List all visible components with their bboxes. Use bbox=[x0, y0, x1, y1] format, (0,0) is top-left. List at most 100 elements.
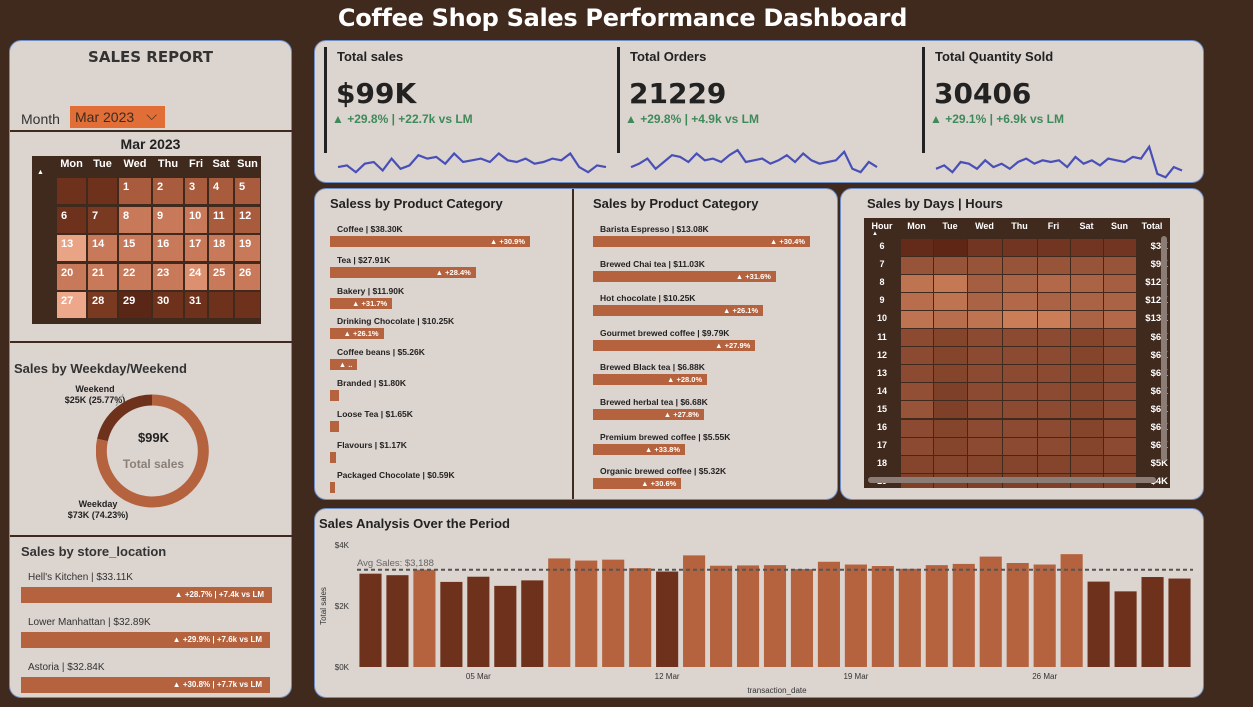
heatmap-cell[interactable] bbox=[1103, 310, 1136, 328]
calendar-day[interactable]: 28 bbox=[88, 292, 117, 319]
calendar-day[interactable]: 9 bbox=[153, 206, 183, 233]
heatmap-cell[interactable] bbox=[900, 383, 933, 401]
category-bar[interactable]: ▲ +28.4% bbox=[330, 266, 476, 278]
heatmap-cell[interactable] bbox=[1103, 437, 1136, 455]
heatmap-cell[interactable] bbox=[1070, 238, 1103, 256]
heatmap-cell[interactable] bbox=[1037, 419, 1070, 437]
calendar-day[interactable]: 6 bbox=[57, 206, 86, 233]
calendar-day[interactable]: 31 bbox=[185, 292, 207, 319]
heatmap-cell[interactable] bbox=[900, 455, 933, 473]
category-bar[interactable]: ▲ +30.9% bbox=[330, 236, 530, 247]
heatmap-cell[interactable] bbox=[1002, 347, 1037, 365]
calendar-day[interactable]: 5 bbox=[235, 178, 260, 204]
calendar-day[interactable]: 20 bbox=[57, 263, 86, 290]
heatmap-cell[interactable] bbox=[933, 292, 967, 310]
heatmap-cell[interactable] bbox=[900, 329, 933, 347]
category-bar[interactable]: ▲ +26.1% bbox=[593, 305, 764, 317]
heatmap-cell[interactable] bbox=[900, 256, 933, 274]
heatmap-cell[interactable] bbox=[1103, 419, 1136, 437]
heatmap-cell[interactable] bbox=[1037, 329, 1070, 347]
heatmap-cell[interactable] bbox=[1070, 292, 1103, 310]
heatmap-cell[interactable] bbox=[1037, 238, 1070, 256]
calendar-day[interactable]: 25 bbox=[209, 263, 233, 290]
category-bar[interactable] bbox=[330, 451, 337, 463]
month-dropdown[interactable]: Mar 2023 ⌵ bbox=[70, 106, 165, 128]
heatmap-cell[interactable] bbox=[967, 383, 1002, 401]
heatmap-cell[interactable] bbox=[967, 256, 1002, 274]
category-bar[interactable]: ▲ +30.4% bbox=[593, 236, 810, 247]
calendar-day[interactable]: 18 bbox=[209, 235, 233, 262]
calendar-day[interactable]: 15 bbox=[119, 235, 151, 262]
heatmap-cell[interactable] bbox=[1002, 292, 1037, 310]
calendar-day[interactable]: 2 bbox=[153, 178, 183, 204]
heatmap-cell[interactable] bbox=[933, 419, 967, 437]
heatmap-column-header[interactable]: Thu bbox=[1002, 221, 1037, 231]
heatmap-cell[interactable] bbox=[1002, 365, 1037, 383]
heatmap-column-header[interactable]: Tue bbox=[933, 221, 967, 231]
heatmap-cell[interactable] bbox=[1037, 365, 1070, 383]
heatmap-column-header[interactable]: Mon bbox=[900, 221, 933, 231]
calendar-day[interactable]: 10 bbox=[185, 206, 207, 233]
calendar-day[interactable] bbox=[209, 292, 233, 319]
heatmap-cell[interactable] bbox=[1070, 274, 1103, 292]
heatmap-cell[interactable] bbox=[1103, 329, 1136, 347]
heatmap-cell[interactable] bbox=[1070, 310, 1103, 328]
heatmap-cell[interactable] bbox=[900, 347, 933, 365]
vertical-scrollbar[interactable] bbox=[1161, 236, 1167, 461]
kpi-total-orders[interactable]: Total Orders 21229 ▲ +29.8% | +4.9k vs L… bbox=[617, 41, 907, 181]
heatmap-cell[interactable] bbox=[1070, 455, 1103, 473]
heatmap-cell[interactable] bbox=[1037, 437, 1070, 455]
calendar-day[interactable]: 3 bbox=[185, 178, 207, 204]
store-bar[interactable]: ▲ +28.7% | +7.4k vs LM bbox=[21, 587, 272, 603]
heatmap-cell[interactable] bbox=[900, 419, 933, 437]
heatmap-cell[interactable] bbox=[967, 347, 1002, 365]
heatmap-cell[interactable] bbox=[900, 437, 933, 455]
calendar-day[interactable]: 26 bbox=[235, 263, 260, 290]
heatmap-cell[interactable] bbox=[1070, 419, 1103, 437]
heatmap-cell[interactable] bbox=[933, 365, 967, 383]
heatmap-cell[interactable] bbox=[1002, 310, 1037, 328]
heatmap-cell[interactable] bbox=[1002, 238, 1037, 256]
heatmap-cell[interactable] bbox=[933, 455, 967, 473]
heatmap-cell[interactable] bbox=[1103, 292, 1136, 310]
heatmap-column-header[interactable]: Wed bbox=[967, 221, 1002, 231]
calendar-day[interactable]: 4 bbox=[209, 178, 233, 204]
store-bar[interactable]: ▲ +30.8% | +7.7k vs LM bbox=[21, 677, 270, 693]
heatmap-cell[interactable] bbox=[967, 437, 1002, 455]
heatmap-cell[interactable] bbox=[1002, 274, 1037, 292]
heatmap-cell[interactable] bbox=[1070, 437, 1103, 455]
heatmap-cell[interactable] bbox=[933, 310, 967, 328]
heatmap-cell[interactable] bbox=[967, 274, 1002, 292]
heatmap-cell[interactable] bbox=[1103, 401, 1136, 419]
heatmap-cell[interactable] bbox=[933, 347, 967, 365]
calendar-day[interactable]: 8 bbox=[119, 206, 151, 233]
calendar-day[interactable] bbox=[57, 178, 86, 204]
kpi-total-quantity[interactable]: Total Quantity Sold 30406 ▲ +29.1% | +6.… bbox=[922, 41, 1202, 181]
heatmap-cell[interactable] bbox=[1002, 455, 1037, 473]
calendar-day[interactable]: 16 bbox=[153, 235, 183, 262]
heatmap-cell[interactable] bbox=[967, 401, 1002, 419]
sort-ascending-icon[interactable]: ▲ bbox=[872, 231, 878, 237]
heatmap-cell[interactable] bbox=[967, 329, 1002, 347]
calendar-day[interactable]: 13 bbox=[57, 235, 86, 262]
heatmap-column-header[interactable]: Sat bbox=[1070, 221, 1103, 231]
heatmap-cell[interactable] bbox=[933, 274, 967, 292]
calendar-day[interactable]: 1 bbox=[119, 178, 151, 204]
heatmap-cell[interactable] bbox=[933, 383, 967, 401]
calendar-day[interactable]: 30 bbox=[153, 292, 183, 319]
heatmap-cell[interactable] bbox=[900, 401, 933, 419]
horizontal-scrollbar[interactable] bbox=[868, 477, 1156, 483]
heatmap-cell[interactable] bbox=[1002, 383, 1037, 401]
heatmap-cell[interactable] bbox=[933, 238, 967, 256]
category-bar[interactable] bbox=[330, 420, 339, 432]
category-bar[interactable]: ▲ +26.1% bbox=[330, 328, 384, 340]
heatmap-cell[interactable] bbox=[1103, 256, 1136, 274]
category-bar[interactable]: ▲ +31.6% bbox=[593, 270, 776, 282]
heatmap-cell[interactable] bbox=[933, 401, 967, 419]
heatmap-cell[interactable] bbox=[1103, 455, 1136, 473]
heatmap-cell[interactable] bbox=[900, 365, 933, 383]
store-bar[interactable]: ▲ +29.9% | +7.6k vs LM bbox=[21, 632, 270, 648]
category-bar[interactable] bbox=[330, 482, 335, 494]
calendar-day[interactable] bbox=[88, 178, 117, 204]
calendar-day[interactable]: 27 bbox=[57, 292, 86, 319]
